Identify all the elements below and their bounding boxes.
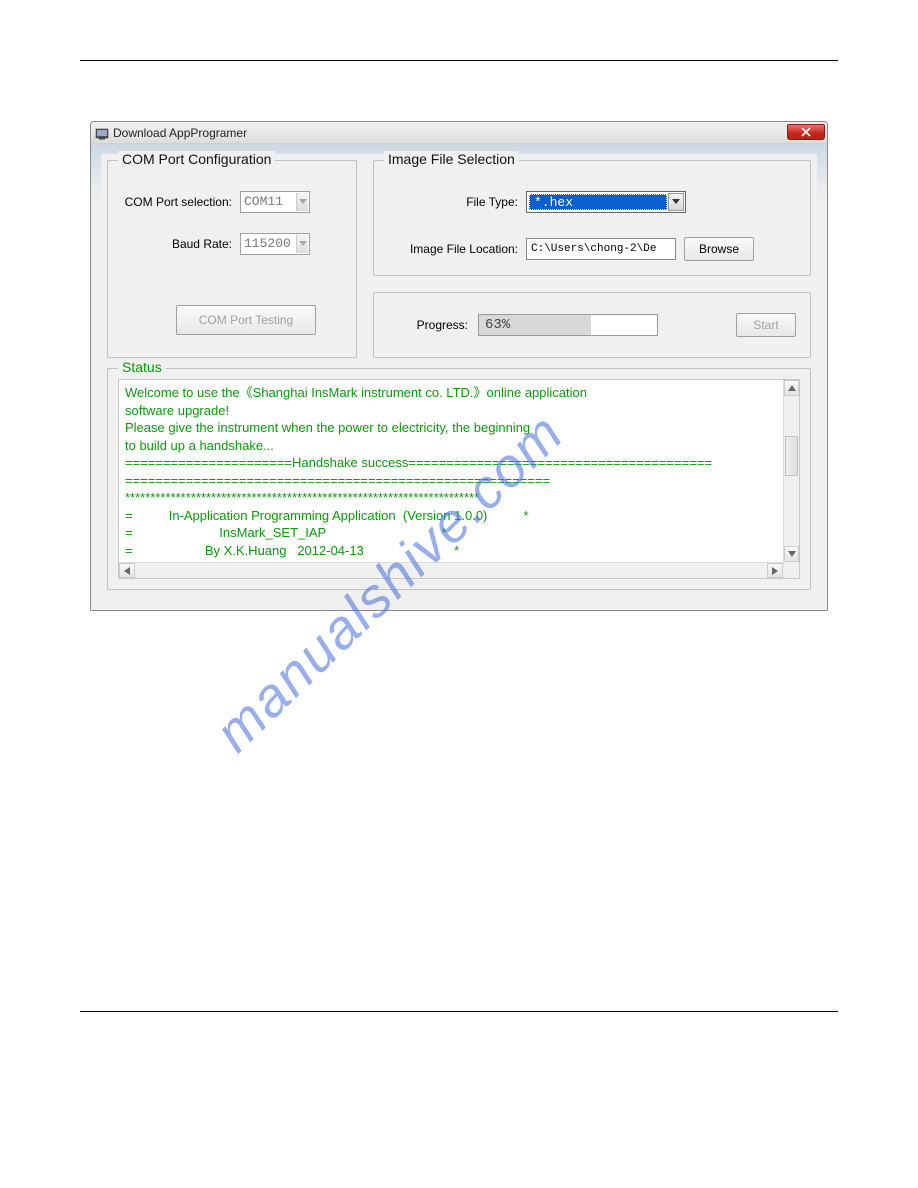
progress-percent: 63%: [479, 317, 510, 333]
chevron-down-icon: [296, 235, 308, 253]
com-port-row: COM Port selection: COM11: [122, 191, 342, 213]
status-container: Welcome to use the《Shanghai InsMark inst…: [118, 379, 800, 579]
com-port-select[interactable]: COM11: [240, 191, 310, 213]
file-type-label: File Type:: [388, 195, 518, 209]
close-icon: [801, 127, 811, 137]
baud-rate-label: Baud Rate:: [122, 237, 232, 251]
scroll-corner: [783, 562, 799, 578]
vertical-scrollbar[interactable]: [783, 380, 799, 562]
scroll-down-icon[interactable]: [784, 546, 799, 562]
scroll-thumb[interactable]: [785, 436, 798, 476]
close-button[interactable]: [787, 124, 825, 140]
file-type-row: File Type: *.hex: [388, 191, 796, 213]
window-title: Download AppProgramer: [113, 126, 247, 140]
file-location-row: Image File Location: C:\Users\chong-2\De…: [388, 237, 796, 261]
baud-rate-value: 115200: [244, 236, 291, 251]
scroll-track[interactable]: [784, 396, 799, 546]
app-window: Download AppProgramer COM Port Configura…: [90, 121, 828, 611]
app-icon: [95, 126, 109, 140]
chevron-down-icon: [668, 193, 684, 211]
scroll-right-icon[interactable]: [767, 563, 783, 578]
start-button[interactable]: Start: [736, 313, 796, 337]
titlebar: Download AppProgramer: [91, 122, 827, 144]
baud-rate-row: Baud Rate: 115200: [122, 233, 342, 255]
file-type-select[interactable]: *.hex: [526, 191, 686, 213]
chevron-down-icon: [296, 193, 308, 211]
progress-bar: 63%: [478, 314, 658, 336]
com-port-group: COM Port Configuration COM Port selectio…: [107, 160, 357, 358]
com-port-legend: COM Port Configuration: [118, 151, 275, 167]
image-file-legend: Image File Selection: [384, 151, 519, 167]
file-location-label: Image File Location:: [388, 242, 518, 256]
window-body: COM Port Configuration COM Port selectio…: [91, 144, 827, 610]
status-text: Welcome to use the《Shanghai InsMark inst…: [125, 384, 777, 577]
image-file-group: Image File Selection File Type: *.hex: [373, 160, 811, 276]
browse-button[interactable]: Browse: [684, 237, 754, 261]
progress-label: Progress:: [388, 318, 468, 332]
scroll-up-icon[interactable]: [784, 380, 799, 396]
horizontal-scrollbar[interactable]: [119, 562, 783, 578]
file-type-value: *.hex: [529, 194, 667, 210]
progress-group: Progress: 63% Start: [373, 292, 811, 358]
scroll-left-icon[interactable]: [119, 563, 135, 578]
com-port-label: COM Port selection:: [122, 195, 232, 209]
status-legend: Status: [118, 359, 166, 375]
baud-rate-select[interactable]: 115200: [240, 233, 310, 255]
status-group: Status Welcome to use the《Shanghai InsMa…: [107, 368, 811, 590]
com-port-test-button[interactable]: COM Port Testing: [176, 305, 316, 335]
file-location-input[interactable]: C:\Users\chong-2\De: [526, 238, 676, 260]
com-port-value: COM11: [244, 194, 283, 209]
